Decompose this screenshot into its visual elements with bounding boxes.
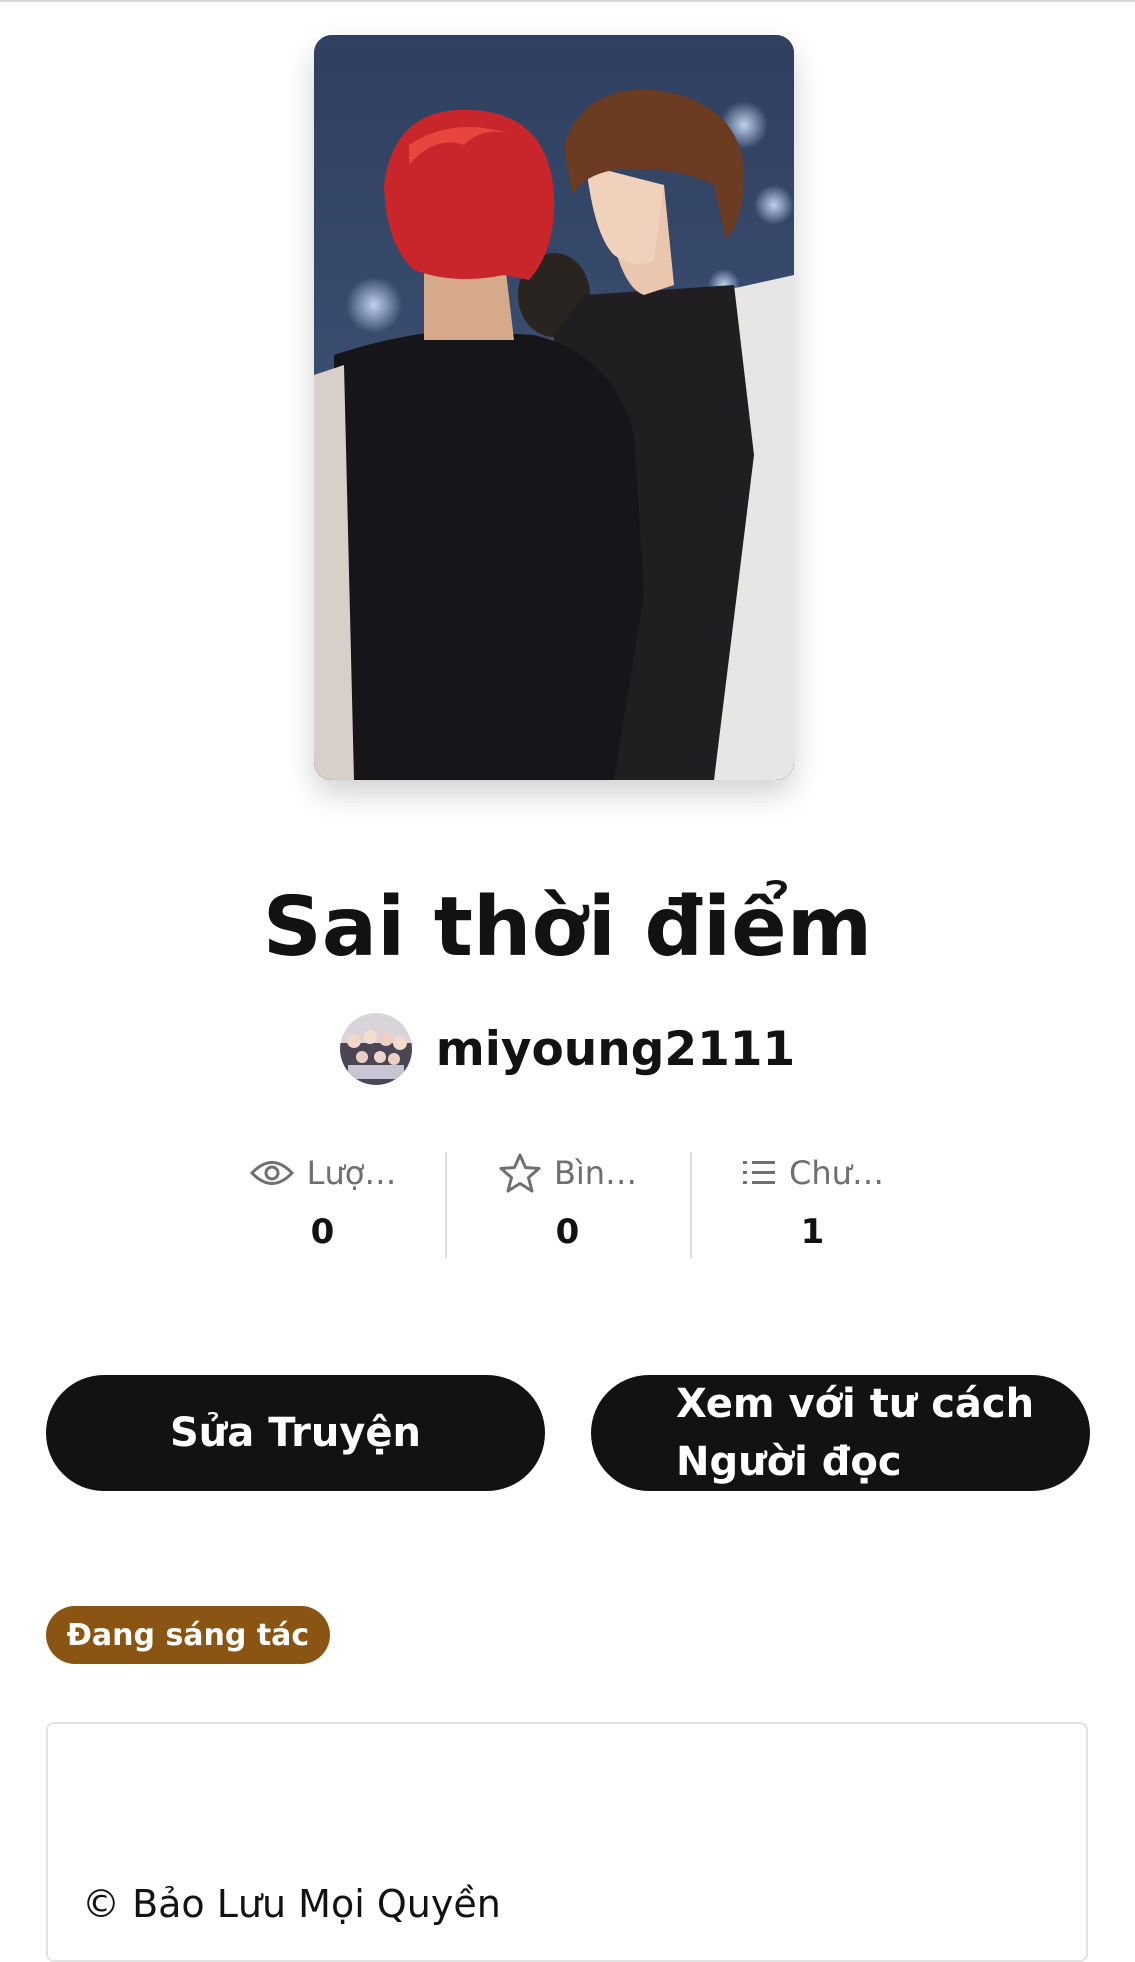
stat-reads-header: Lượ… bbox=[200, 1148, 445, 1198]
stat-votes: Bìn… 0 bbox=[445, 1148, 690, 1260]
view-as-reader-line2: Người đọc bbox=[676, 1439, 902, 1485]
stat-votes-header: Bìn… bbox=[445, 1148, 690, 1198]
stat-votes-value: 0 bbox=[555, 1212, 580, 1252]
list-icon bbox=[743, 1161, 776, 1184]
story-title: Sai thời điểm bbox=[262, 880, 873, 975]
stat-parts-value: 1 bbox=[800, 1212, 825, 1252]
author-avatar[interactable] bbox=[339, 1013, 412, 1085]
stat-parts: Chư… 1 bbox=[690, 1148, 935, 1260]
top-divider bbox=[0, 0, 1135, 2]
view-as-reader-label: Xem với tư cách Người đọc bbox=[676, 1375, 1034, 1491]
status-badge: Đang sáng tác bbox=[46, 1606, 330, 1664]
story-cover-image bbox=[314, 35, 794, 780]
edit-story-button[interactable]: Sửa Truyện bbox=[46, 1375, 545, 1491]
stat-reads-value: 0 bbox=[310, 1212, 335, 1252]
copyright-text: © Bảo Lưu Mọi Quyền bbox=[82, 1882, 501, 1926]
author-username[interactable]: miyoung2111 bbox=[436, 1022, 795, 1077]
stat-reads-label: Lượ… bbox=[306, 1154, 397, 1192]
stat-parts-header: Chư… bbox=[690, 1148, 935, 1198]
eye-icon bbox=[249, 1161, 294, 1185]
edit-story-label: Sửa Truyện bbox=[170, 1410, 421, 1456]
stat-votes-label: Bìn… bbox=[553, 1154, 638, 1192]
description-box: © Bảo Lưu Mọi Quyền bbox=[46, 1722, 1088, 1962]
view-as-reader-line1: Xem với tư cách bbox=[676, 1381, 1035, 1427]
stat-reads: Lượ… 0 bbox=[200, 1148, 445, 1260]
story-stats: Lượ… 0 Bìn… 0 Chư… 1 bbox=[200, 1148, 935, 1260]
author-row[interactable]: miyoung2111 bbox=[0, 1012, 1135, 1086]
view-as-reader-button[interactable]: Xem với tư cách Người đọc bbox=[591, 1375, 1090, 1491]
star-icon bbox=[499, 1153, 541, 1193]
stat-parts-label: Chư… bbox=[789, 1154, 884, 1192]
